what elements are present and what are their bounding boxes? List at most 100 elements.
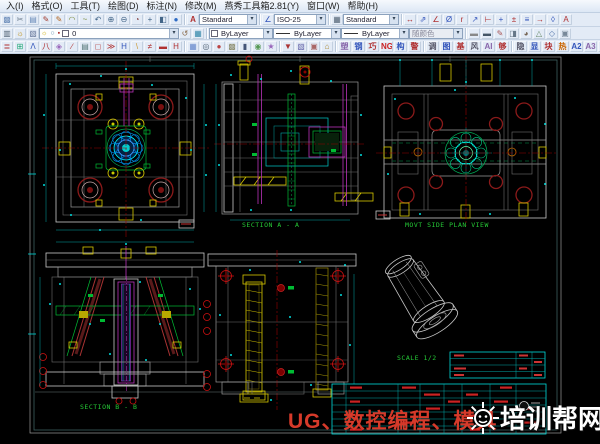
lineweight-dropdown[interactable]: ByLayer ▾ [341, 28, 409, 39]
yx-tips-button[interactable]: 巧 [366, 41, 379, 52]
yx-structure-button[interactable]: 构 [394, 41, 407, 52]
zoom-window-icon[interactable]: ◔ [131, 14, 143, 25]
target-icon[interactable]: ◉ [252, 41, 264, 52]
yx-a2-button[interactable]: A2 [570, 41, 583, 52]
yx-show-button[interactable]: 显 [528, 41, 541, 52]
radius-dim-icon[interactable]: r [456, 14, 468, 25]
guide-pin-icon[interactable]: Η [118, 41, 130, 52]
insert-grid-icon[interactable]: ⊞ [14, 41, 26, 52]
slope-line-icon[interactable]: ∕ [66, 41, 78, 52]
pan-icon[interactable]: + [144, 14, 156, 25]
unequal-icon[interactable]: ≠ [144, 41, 156, 52]
draworder-back-icon[interactable]: ▬ [481, 28, 493, 39]
block-icon[interactable]: ▣ [308, 41, 320, 52]
center-mark-icon[interactable]: + [495, 14, 507, 25]
bar-icon[interactable]: ▬ [157, 41, 169, 52]
paste-icon[interactable]: ▩ [1, 14, 13, 25]
layer-states-icon[interactable]: ☼ [14, 28, 26, 39]
dim-style-dropdown[interactable]: ISO-25 ▾ [274, 14, 326, 25]
help-icon[interactable]: ● [170, 14, 182, 25]
menu-yanxiu-toolbox[interactable]: 燕秀工具箱2.81(Y) [221, 0, 304, 12]
distance-icon[interactable]: ◇ [546, 28, 558, 39]
bar-view-icon[interactable]: ▮ [239, 41, 251, 52]
linear-dim-icon[interactable]: ↔ [404, 14, 416, 25]
dropdown-arrow-icon[interactable]: ▾ [389, 15, 398, 24]
zoom-out-icon[interactable]: ⊖ [118, 14, 130, 25]
spline-icon[interactable]: ~ [79, 14, 91, 25]
yx-a3-button[interactable]: A3 [584, 41, 597, 52]
mold-base-icon[interactable]: ◈ [53, 41, 65, 52]
layer-manager-icon[interactable]: ▦ [192, 28, 204, 39]
layer-previous-icon[interactable]: ↺ [179, 28, 191, 39]
dim-edit-icon[interactable]: A [560, 14, 572, 25]
hatch-plate-icon[interactable]: ▤ [79, 41, 91, 52]
yx-hide-button[interactable]: 隐 [514, 41, 527, 52]
yx-adjust-button[interactable]: 调 [426, 41, 439, 52]
table-style-dropdown[interactable]: Standard ▾ [343, 14, 399, 25]
menu-help[interactable]: 帮助(H) [344, 0, 383, 12]
shade-icon[interactable]: ◕ [520, 28, 532, 39]
yx-drawing-button[interactable]: 图 [440, 41, 453, 52]
drawing-canvas[interactable]: SECTION A - A MOVT SIDE PLAN VIEW SECTIO… [0, 54, 600, 444]
continue-dim-icon[interactable]: → [534, 14, 546, 25]
hatch-view-icon[interactable]: ▩ [226, 41, 238, 52]
yx-warning-button[interactable]: 警 [408, 41, 421, 52]
draworder-front-icon[interactable]: ▬ [468, 28, 480, 39]
sketch-icon[interactable]: ✎ [494, 28, 506, 39]
yx-hot-button[interactable]: 热 [556, 41, 569, 52]
tolerance-icon[interactable]: ± [508, 14, 520, 25]
yx-wind-button[interactable]: 风 [468, 41, 481, 52]
properties-icon[interactable]: ◧ [157, 14, 169, 25]
brush-icon[interactable]: ✎ [53, 14, 65, 25]
home-icon[interactable]: ⌂ [321, 41, 333, 52]
linetype-dropdown[interactable]: ByLayer ▾ [273, 28, 341, 39]
dropdown-arrow-icon[interactable]: ▾ [331, 29, 340, 38]
menu-window[interactable]: 窗口(W) [303, 0, 344, 12]
yx-base-button[interactable]: 基 [454, 41, 467, 52]
baseline-dim-icon[interactable]: ≡ [521, 14, 533, 25]
copy-icon[interactable]: ▤ [27, 14, 39, 25]
arc-icon[interactable]: ◠ [66, 14, 78, 25]
yx-block-button[interactable]: 块 [542, 41, 555, 52]
menu-dimension[interactable]: 标注(N) [143, 0, 182, 12]
pen-icon[interactable]: ✎ [40, 14, 52, 25]
dropdown-arrow-icon[interactable]: ▾ [247, 15, 256, 24]
orbit-icon[interactable]: △ [533, 28, 545, 39]
zoom-in-icon[interactable]: ⊕ [105, 14, 117, 25]
red-dot-icon[interactable]: ● [213, 41, 225, 52]
circle-view-icon[interactable]: ◎ [200, 41, 212, 52]
slider-icon[interactable]: 八 [40, 41, 52, 52]
ordinate-dim-icon[interactable]: ⊢ [482, 14, 494, 25]
layer-freeze-icon[interactable]: ○ [49, 30, 55, 37]
angle-lifter-icon[interactable]: Λ [27, 41, 39, 52]
menu-tools[interactable]: 工具(T) [67, 0, 105, 12]
hatch-misc-icon[interactable]: ▧ [295, 41, 307, 52]
dropdown-arrow-icon[interactable]: ▾ [316, 15, 325, 24]
layer-lock-icon[interactable]: ▪ [57, 30, 61, 37]
dropdown-tool-icon[interactable]: ▼ [282, 41, 294, 52]
angular-dim-icon[interactable]: ∠ [430, 14, 442, 25]
menu-format[interactable]: 格式(O) [28, 0, 67, 12]
yx-ng-button[interactable]: NG [380, 41, 393, 52]
region-icon[interactable]: ◨ [507, 28, 519, 39]
yx-gou-button[interactable]: 够 [496, 41, 509, 52]
ejector-icon[interactable]: Η [170, 41, 182, 52]
undo-icon[interactable]: ↶ [92, 14, 104, 25]
arrows-icon[interactable]: ≫ [105, 41, 117, 52]
rect-tool-icon[interactable]: ◻ [92, 41, 104, 52]
list-icon[interactable]: ▣ [559, 28, 571, 39]
leader-icon[interactable]: ↗ [469, 14, 481, 25]
backslash-icon[interactable]: \ [131, 41, 143, 52]
parting-line-icon[interactable]: ≣ [1, 41, 13, 52]
yx-steel-button[interactable]: 钢 [352, 41, 365, 52]
aligned-dim-icon[interactable]: ⇗ [417, 14, 429, 25]
cut-icon[interactable]: ✂ [14, 14, 26, 25]
text-style-dropdown[interactable]: Standard ▾ [199, 14, 257, 25]
grid-view-icon[interactable]: ▦ [187, 41, 199, 52]
yx-ai-button[interactable]: AI [482, 41, 495, 52]
dropdown-arrow-icon[interactable]: ▾ [263, 29, 272, 38]
make-layer-current-icon[interactable]: ▧ [27, 28, 39, 39]
layer-on-icon[interactable]: ☼ [40, 30, 48, 37]
color-dropdown[interactable]: ByLayer ▾ [209, 28, 273, 39]
yx-plastic-button[interactable]: 塑 [338, 41, 351, 52]
